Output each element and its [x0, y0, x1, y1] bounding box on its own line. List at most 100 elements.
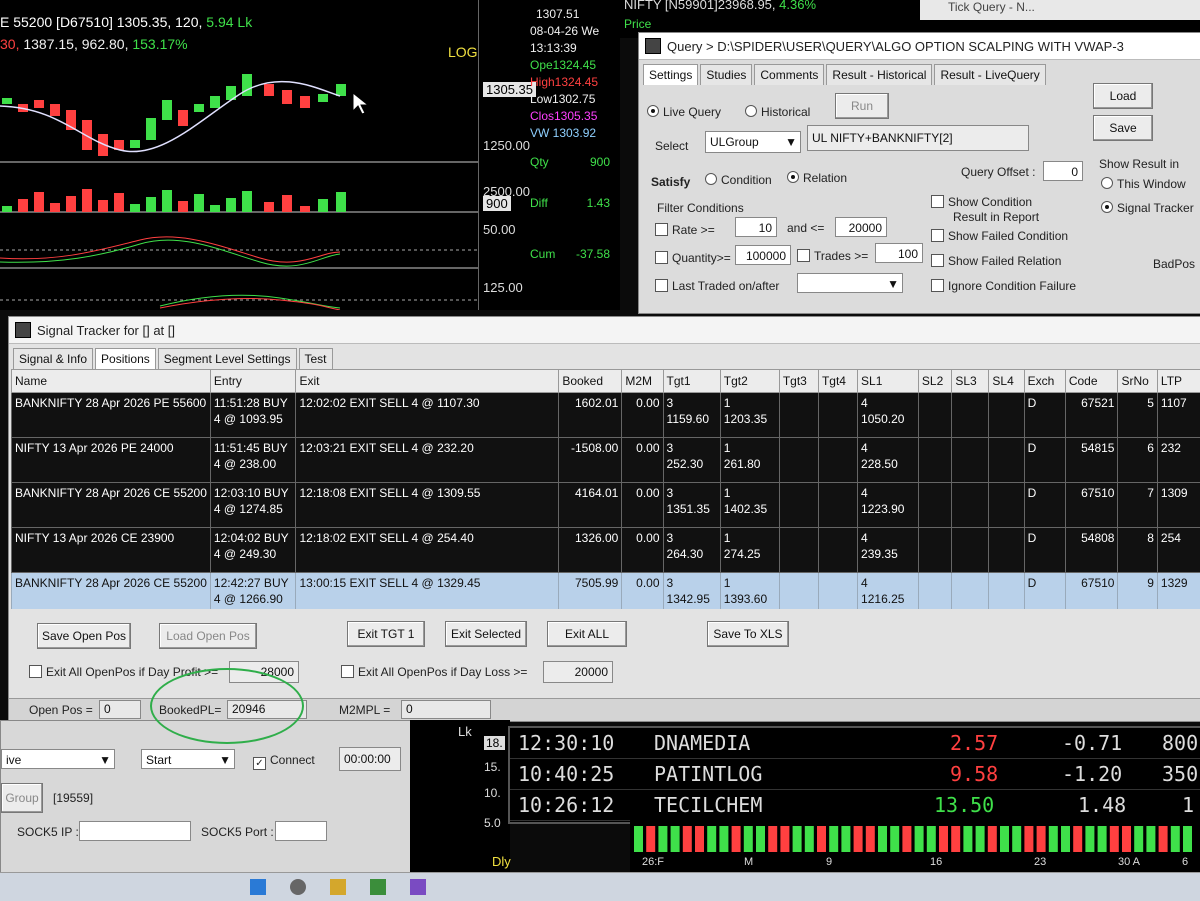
tab-segment-level-settings[interactable]: Segment Level Settings — [158, 348, 297, 369]
search-icon[interactable] — [290, 879, 306, 895]
table-row[interactable]: BANKNIFTY 28 Apr 2026 CE 5520012:03:10 B… — [12, 483, 1200, 528]
load-button[interactable]: Load — [1093, 83, 1153, 109]
save-open-pos-button[interactable]: Save Open Pos — [37, 623, 131, 649]
table-row[interactable]: NIFTY 13 Apr 2026 CE 2390012:04:02 BUY4 … — [12, 528, 1200, 573]
rate-max-input[interactable]: 20000 — [835, 217, 887, 237]
show-condition-checkbox[interactable]: Show Condition — [931, 195, 1032, 209]
signal-tracker-window[interactable]: Signal Tracker for [] at [] Signal & Inf… — [8, 316, 1200, 722]
cell-sl1: 4228.50 — [858, 438, 919, 483]
open-pos-value: 0 — [99, 700, 141, 719]
info-diff: Diff 1.43 — [530, 195, 610, 212]
tab-settings[interactable]: Settings — [643, 64, 698, 85]
info-open: Ope1324.45 — [530, 57, 620, 74]
this-window-label: This Window — [1117, 177, 1186, 191]
trades-input[interactable]: 100 — [875, 243, 923, 263]
exit-tgt1-button[interactable]: Exit TGT 1 — [347, 621, 425, 647]
table-row[interactable]: NIFTY 13 Apr 2026 PE 2400011:51:45 BUY4 … — [12, 438, 1200, 483]
mini-bar — [1122, 826, 1131, 852]
cell-ltp: 232 — [1157, 438, 1200, 483]
save-button[interactable]: Save — [1093, 115, 1153, 141]
ticker-time: 12:30:10 — [518, 728, 614, 758]
mode-dropdown[interactable]: ive▼ — [1, 749, 115, 769]
tick-query-titlebar[interactable]: Tick Query - N... — [920, 0, 1200, 20]
column-header[interactable]: SL4 — [989, 370, 1024, 393]
select-dropdown[interactable]: ULGroup▼ — [705, 131, 801, 153]
condition-radio[interactable]: Condition — [705, 173, 772, 187]
mini-bar — [793, 826, 802, 852]
tab-positions[interactable]: Positions — [95, 348, 156, 369]
column-header[interactable]: M2M — [622, 370, 663, 393]
candlestick-chart[interactable] — [0, 0, 478, 310]
query-offset-input[interactable]: 0 — [1043, 161, 1083, 181]
badpos-label: BadPos — [1153, 257, 1195, 271]
column-header[interactable]: Entry — [210, 370, 296, 393]
exit-all-button[interactable]: Exit ALL — [547, 621, 627, 647]
column-header[interactable]: Exit — [296, 370, 559, 393]
quantity-input[interactable]: 100000 — [735, 245, 791, 265]
save-to-xls-button[interactable]: Save To XLS — [707, 621, 789, 647]
tracker-titlebar[interactable]: Signal Tracker for [] at [] — [9, 317, 1200, 344]
query-titlebar[interactable]: Query > D:\SPIDER\USER\QUERY\ALGO OPTION… — [639, 33, 1200, 60]
exit-selected-button[interactable]: Exit Selected — [445, 621, 527, 647]
last-traded-checkbox[interactable]: Last Traded on/after — [655, 279, 779, 293]
historical-radio[interactable]: Historical — [745, 105, 810, 119]
run-button[interactable]: Run — [835, 93, 889, 119]
day-loss-input[interactable]: 20000 — [543, 661, 613, 683]
signal-tracker-radio[interactable]: Signal Tracker — [1101, 201, 1194, 215]
cell-srno-value: 5 — [1121, 395, 1153, 411]
table-row[interactable]: BANKNIFTY 28 Apr 2026 CE 5520012:42:27 B… — [12, 573, 1200, 610]
positions-grid[interactable]: NameEntryExitBookedM2MTgt1Tgt2Tgt3Tgt4SL… — [11, 369, 1200, 609]
indicator-axis-label: 50.00 — [483, 222, 516, 237]
column-header[interactable]: Exch — [1024, 370, 1065, 393]
column-header[interactable]: Tgt2 — [720, 370, 779, 393]
connection-panel[interactable]: ive▼ Start▼ ✓Connect 00:00:00 Group [195… — [0, 720, 412, 874]
column-header[interactable]: SL3 — [952, 370, 989, 393]
socks5-ip-input[interactable] — [79, 821, 191, 841]
column-header[interactable]: Tgt1 — [663, 370, 720, 393]
column-header[interactable]: Code — [1065, 370, 1118, 393]
cell-tgt1-value: 3 — [667, 395, 717, 411]
tab-test[interactable]: Test — [299, 348, 333, 369]
load-open-pos-button[interactable]: Load Open Pos — [159, 623, 257, 649]
tab-comments[interactable]: Comments — [754, 64, 824, 85]
ignore-condition-failure-checkbox[interactable]: Ignore Condition Failure — [931, 279, 1076, 293]
table-row[interactable]: BANKNIFTY 28 Apr 2026 PE 5560011:51:28 B… — [12, 393, 1200, 438]
column-header[interactable]: Tgt3 — [779, 370, 818, 393]
column-header[interactable]: SrNo — [1118, 370, 1157, 393]
column-header[interactable]: SL1 — [858, 370, 919, 393]
query-window[interactable]: Query > D:\SPIDER\USER\QUERY\ALGO OPTION… — [638, 32, 1200, 314]
column-header[interactable]: LTP — [1157, 370, 1200, 393]
start-dropdown[interactable]: Start▼ — [141, 749, 235, 769]
last-traded-dropdown[interactable]: ▼ — [797, 273, 903, 293]
mini-bar — [1159, 826, 1168, 852]
app-icon[interactable] — [410, 879, 426, 895]
column-header[interactable]: Booked — [559, 370, 622, 393]
show-failed-relation-checkbox[interactable]: Show Failed Relation — [931, 254, 1061, 268]
app-icon[interactable] — [370, 879, 386, 895]
trades-checkbox[interactable]: Trades >= — [797, 249, 868, 263]
tab-studies[interactable]: Studies — [700, 64, 752, 85]
quantity-checkbox[interactable]: Quantity>= — [655, 251, 731, 265]
file-explorer-icon[interactable] — [330, 879, 346, 895]
tab-result-historical[interactable]: Result - Historical — [826, 64, 932, 85]
column-header[interactable]: SL2 — [918, 370, 951, 393]
connect-checkbox[interactable]: ✓Connect — [253, 753, 315, 770]
mini-bar — [671, 826, 680, 852]
cell-m2m: 0.00 — [622, 573, 663, 610]
rate-min-input[interactable]: 10 — [735, 217, 777, 237]
rate-checkbox[interactable]: Rate >= — [655, 223, 715, 237]
tab-result-livequery[interactable]: Result - LiveQuery — [934, 64, 1045, 85]
tab-signal-info[interactable]: Signal & Info — [13, 348, 93, 369]
column-header[interactable]: Name — [12, 370, 211, 393]
show-failed-condition-checkbox[interactable]: Show Failed Condition — [931, 229, 1068, 243]
cell-srno: 5 — [1118, 393, 1157, 438]
column-header[interactable]: Tgt4 — [818, 370, 857, 393]
socks5-port-input[interactable] — [275, 821, 327, 841]
windows-start-icon[interactable] — [250, 879, 266, 895]
relation-radio[interactable]: Relation — [787, 171, 847, 185]
exit-on-loss-checkbox[interactable]: Exit All OpenPos if Day Loss >= — [341, 665, 527, 679]
taskbar[interactable] — [0, 872, 1200, 901]
group-button[interactable]: Group — [1, 783, 43, 813]
live-query-radio[interactable]: Live Query — [647, 105, 721, 119]
this-window-radio[interactable]: This Window — [1101, 177, 1186, 191]
